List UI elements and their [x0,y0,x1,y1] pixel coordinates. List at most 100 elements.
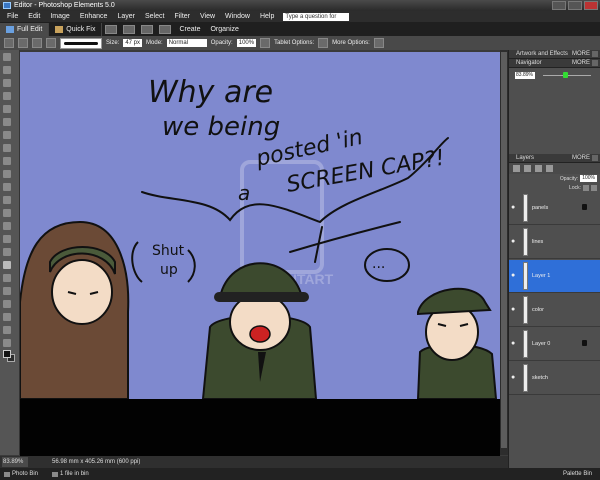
minimize-button[interactable] [552,1,566,10]
brush-picker[interactable] [60,37,102,49]
menu-layer[interactable]: Layer [112,11,140,22]
create-button[interactable]: Create [174,26,205,33]
gradient-tool-icon[interactable] [3,287,11,295]
more-options-button[interactable]: More Options: [332,40,370,46]
layers-header[interactable]: Layers MORE [509,154,600,163]
move-tool-icon[interactable] [3,53,11,61]
type-tool-icon[interactable] [3,157,11,165]
layers-more-button[interactable]: MORE [572,154,590,163]
navigator-more-button[interactable]: MORE [572,59,590,68]
tab-full-edit[interactable]: Full Edit [0,22,50,36]
help-search-input[interactable]: Type a question for help [283,12,350,28]
visibility-eye-icon[interactable]: ● [511,306,519,313]
tablet-options-button[interactable]: Tablet Options: [274,40,314,46]
healing-brush-icon[interactable] [3,209,11,217]
link-layer-icon[interactable] [546,165,553,172]
pencil-tool-icon[interactable] [3,248,11,256]
scrollbar-thumb[interactable] [501,52,507,448]
menu-file[interactable]: File [2,11,23,22]
visibility-eye-icon[interactable]: ● [511,272,519,279]
artwork-more-button[interactable]: MORE [572,50,590,59]
tab-quick-fix[interactable]: Quick Fix [49,22,103,36]
save-button[interactable] [141,24,154,34]
clone-stamp-icon[interactable] [3,222,11,230]
menu-select[interactable]: Select [140,11,169,22]
eraser-tool-icon[interactable] [3,235,11,243]
maximize-button[interactable] [568,1,582,10]
opacity-field[interactable]: 100% [236,39,257,47]
menu-help[interactable]: Help [255,11,279,22]
lasso-tool-icon[interactable] [3,118,11,126]
navigator-slider-knob[interactable] [563,72,568,78]
sponge-tool-icon[interactable] [3,326,11,334]
foreground-color-swatch[interactable] [3,350,11,358]
visibility-eye-icon[interactable]: ● [511,374,519,381]
bin-file-count: 1 file in bin [48,471,89,477]
layer-row[interactable]: ● lines [509,226,600,259]
navigator-close-icon[interactable] [592,60,598,66]
palette-bin-toggle[interactable]: Palette Bin [563,471,592,477]
layer-row[interactable]: ● panels [509,192,600,225]
menu-window[interactable]: Window [220,11,255,22]
open-button[interactable] [123,24,136,34]
blur-tool-icon[interactable] [3,313,11,321]
dots-text: ... [372,256,385,272]
menu-view[interactable]: View [195,11,220,22]
new-file-button[interactable] [105,24,118,34]
navigator-zoom-field[interactable]: 83.89% [515,72,535,79]
vertical-scrollbar[interactable] [500,50,508,455]
menu-image[interactable]: Image [45,11,74,22]
lock-all-icon[interactable] [591,184,597,191]
lock-transparency-icon[interactable] [583,184,589,191]
hand-tool-icon[interactable] [3,79,11,87]
artwork-close-icon[interactable] [592,51,598,57]
layer-name: sketch [532,375,548,381]
mode-select[interactable]: Normal [166,39,207,47]
eyedropper-tool-icon[interactable] [3,92,11,100]
brush-preset-icon[interactable] [18,38,28,48]
photo-bin-toggle[interactable]: Photo Bin [0,471,38,477]
zoom-field[interactable]: 83.89% [2,457,28,467]
comic-artwork[interactable]: DEVIANTART Why are we being posted 'in a… [20,52,500,399]
print-button[interactable] [159,24,172,34]
color-replacement-icon[interactable] [46,38,56,48]
layer-row[interactable]: ● Layer 0 [509,328,600,361]
visibility-eye-icon[interactable]: ● [511,238,519,245]
menu-enhance[interactable]: Enhance [75,11,113,22]
layers-close-icon[interactable] [592,155,598,161]
crop-tool-icon[interactable] [3,170,11,178]
red-eye-icon[interactable] [3,196,11,204]
delete-layer-icon[interactable] [535,165,542,172]
photo-bin-bar: Photo Bin 1 file in bin Palette Bin [0,468,600,480]
marquee-tool-icon[interactable] [3,105,11,113]
visibility-eye-icon[interactable]: ● [511,340,519,347]
organize-button[interactable]: Organize [205,26,243,33]
layer-row[interactable]: ● sketch [509,362,600,395]
airbrush-icon[interactable] [260,38,271,48]
layers-opacity-field[interactable]: 100% [580,175,597,182]
layer-row[interactable]: ● Layer 1 [509,260,600,293]
visibility-eye-icon[interactable]: ● [511,204,519,211]
menu-edit[interactable]: Edit [23,11,45,22]
menu-filter[interactable]: Filter [169,11,195,22]
size-field[interactable]: 47 px [123,39,143,47]
zoom-tool-icon[interactable] [3,66,11,74]
new-layer-icon[interactable] [513,165,520,172]
selection-brush-icon[interactable] [3,144,11,152]
photo-bin-label: Photo Bin [12,471,39,477]
tablet-options-icon[interactable] [318,38,329,48]
shape-tool-icon[interactable] [3,300,11,308]
magic-wand-tool-icon[interactable] [3,131,11,139]
close-button[interactable] [584,1,598,10]
brush-tool-icon[interactable] [3,261,11,269]
impressionist-brush-icon[interactable] [32,38,42,48]
layer-row[interactable]: ● color [509,294,600,327]
brush-tool-icon[interactable] [4,38,14,48]
more-options-brush-icon[interactable] [373,38,384,48]
smudge-tool-icon[interactable] [3,339,11,347]
artwork-effects-header[interactable]: Artwork and Effects MORE [509,50,600,59]
adjustment-layer-icon[interactable] [524,165,531,172]
cookie-cutter-icon[interactable] [3,183,11,191]
navigator-header[interactable]: Navigator MORE [509,59,600,68]
paint-bucket-icon[interactable] [3,274,11,282]
